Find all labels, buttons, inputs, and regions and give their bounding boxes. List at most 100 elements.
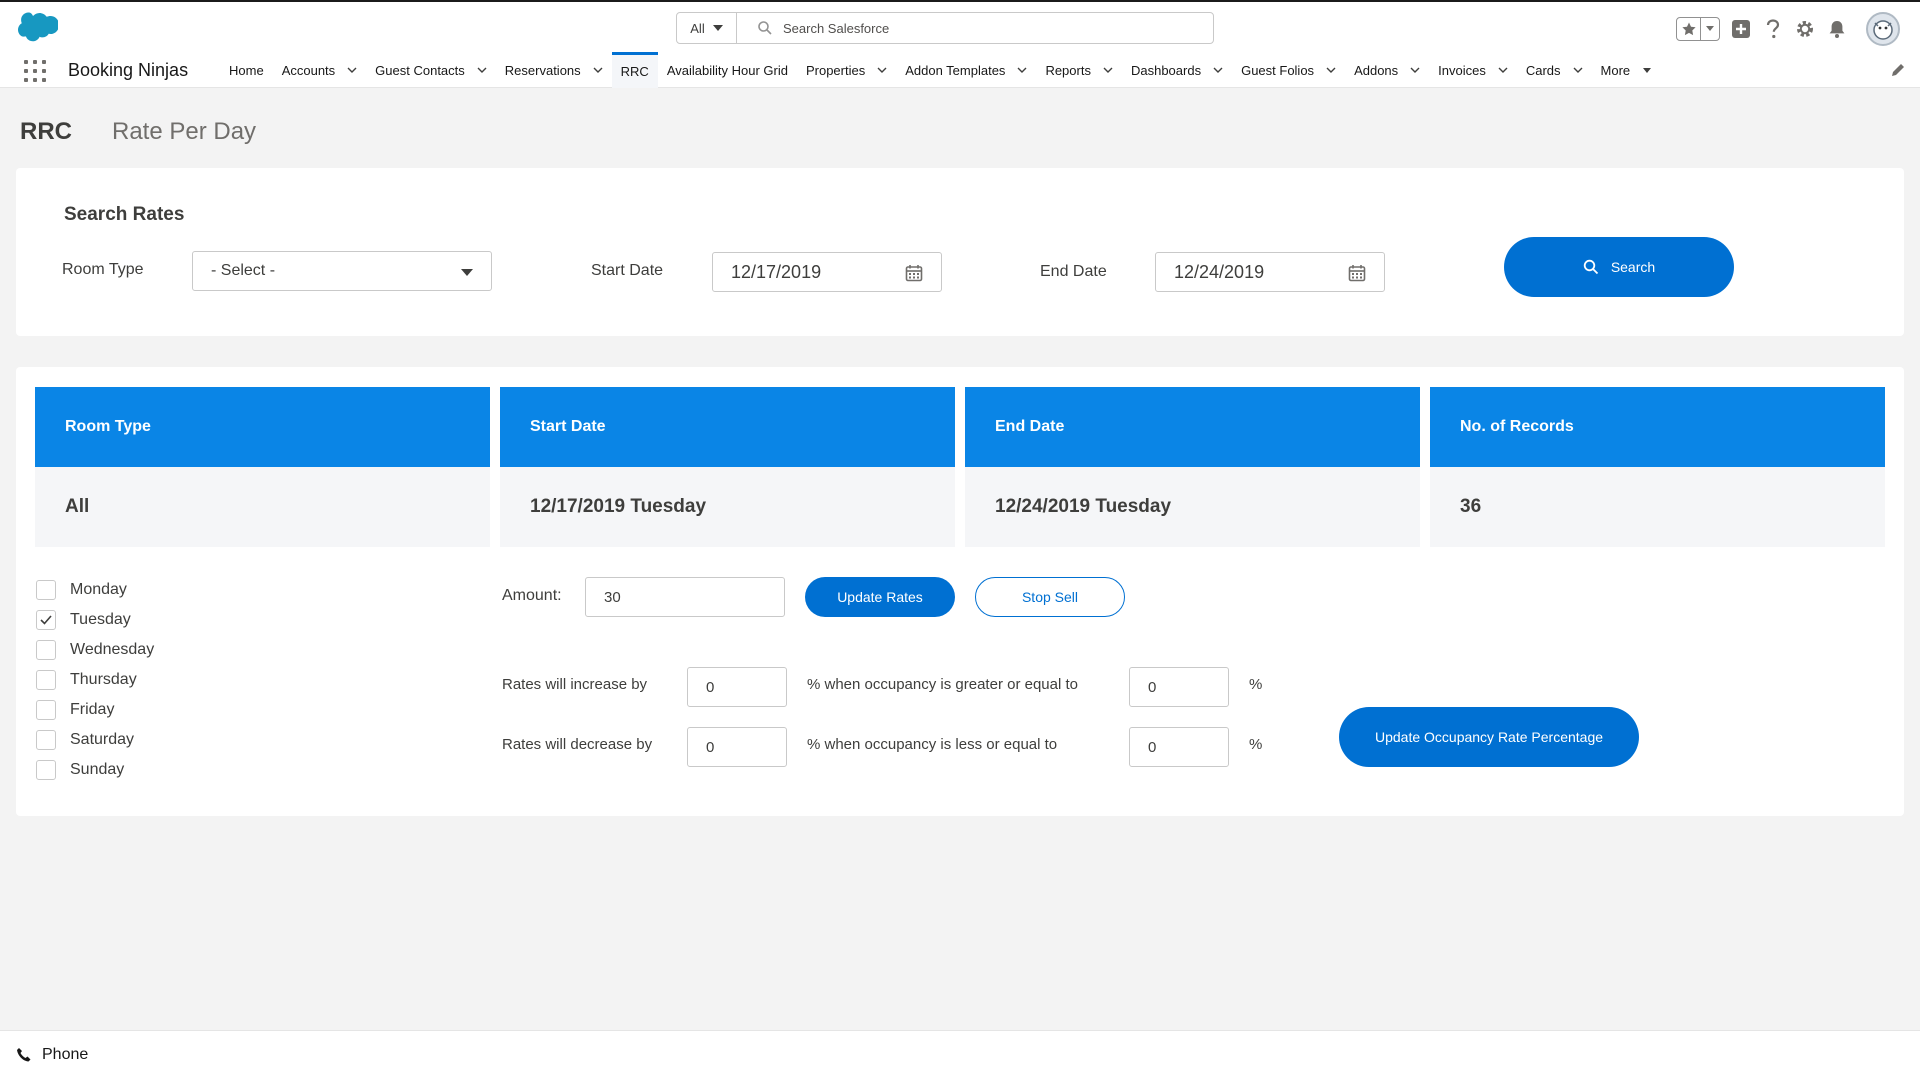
calendar-icon[interactable] [1348,264,1366,282]
phone-label: Phone [42,1046,89,1063]
percent-symbol: % [1249,736,1263,753]
chevron-down-icon[interactable] [1017,65,1027,75]
page-title: RRC [20,118,72,145]
global-header: All Search Salesforce [0,2,1920,52]
nav-item-label: More [1600,62,1631,78]
edit-nav-pencil-icon[interactable] [1890,62,1906,78]
nav-item-dashboards[interactable]: Dashboards [1122,52,1232,88]
end-date-label: End Date [1040,263,1107,280]
increase-occupancy-input[interactable]: 0 [1129,667,1229,707]
salesforce-logo-icon[interactable] [16,12,59,42]
app-navigation-bar: Booking Ninjas Home Accounts Guest Contact… [0,52,1920,88]
summary-end-date: End Date 12/24/2019 Tuesday [965,387,1420,547]
day-checkbox[interactable] [36,670,56,690]
search-scope-label: All [690,20,705,36]
summary-value: All [35,467,490,547]
search-scope-dropdown[interactable]: All [677,13,737,43]
amount-input[interactable]: 30 [585,577,785,617]
search-input[interactable]: Search Salesforce [783,21,889,36]
nav-item-label: Reservations [504,62,581,78]
increase-condition-text: % when occupancy is greater or equal to [807,676,1078,693]
nav-item-home[interactable]: Home [220,52,273,88]
chevron-down-icon[interactable] [1573,65,1583,75]
decrease-occupancy-input[interactable]: 0 [1129,727,1229,767]
chevron-down-icon[interactable] [1326,65,1336,75]
checkmark-icon [40,615,52,625]
chevron-down-icon[interactable] [877,65,887,75]
favorites-button[interactable] [1676,17,1720,41]
nav-item-cards[interactable]: Cards [1517,52,1592,88]
day-checkbox[interactable] [36,760,56,780]
amount-label: Amount: [502,587,562,604]
user-avatar[interactable] [1866,12,1900,46]
nav-item-more[interactable]: More [1592,52,1662,88]
increase-percent-input[interactable]: 0 [687,667,787,707]
nav-item-invoices[interactable]: Invoices [1429,52,1517,88]
day-checkbox[interactable] [36,580,56,600]
chevron-down-icon[interactable] [1103,65,1113,75]
nav-item-reports[interactable]: Reports [1036,52,1122,88]
nav-item-guest-folios[interactable]: Guest Folios [1232,52,1345,88]
caret-down-icon [461,269,473,276]
nav-item-guest-contacts[interactable]: Guest Contacts [366,52,496,88]
day-checkbox[interactable] [36,730,56,750]
calendar-icon[interactable] [905,264,923,282]
setup-gear-icon[interactable] [1794,18,1816,40]
summary-value: 12/17/2019 Tuesday [500,467,955,547]
nav-item-label: Invoices [1438,62,1486,78]
summary-header: End Date [965,387,1420,467]
stop-sell-button[interactable]: Stop Sell [975,577,1125,617]
day-option-sunday: Sunday [36,755,154,785]
search-button[interactable]: Search [1504,237,1734,297]
chevron-down-icon[interactable] [593,65,603,75]
nav-item-availability-hour-grid[interactable]: Availability Hour Grid [658,52,797,88]
nav-item-reservations[interactable]: Reservations [496,52,612,88]
nav-item-label: Accounts [281,62,336,78]
update-occupancy-rate-button[interactable]: Update Occupancy Rate Percentage [1339,707,1639,767]
chevron-down-icon[interactable] [477,65,487,75]
search-rates-title: Search Rates [64,204,185,225]
day-checkbox[interactable] [36,640,56,660]
day-label: Friday [70,701,115,718]
app-launcher-icon[interactable] [24,60,46,82]
search-button-label: Search [1610,259,1656,275]
nav-item-label: Addons [1354,62,1399,78]
search-icon [758,21,772,35]
day-option-wednesday: Wednesday [36,635,154,665]
decrease-percent-input[interactable]: 0 [687,727,787,767]
start-date-input[interactable]: 12/17/2019 [712,252,942,292]
room-type-select[interactable]: - Select - [192,251,492,291]
day-option-friday: Friday [36,695,154,725]
nav-item-accounts[interactable]: Accounts [273,52,366,88]
end-date-input[interactable]: 12/24/2019 [1155,252,1385,292]
nav-item-label: Reports [1045,62,1091,78]
day-label: Sunday [70,761,125,778]
update-rates-button[interactable]: Update Rates [805,577,955,617]
chevron-down-icon[interactable] [1213,65,1223,75]
chevron-down-icon[interactable] [347,65,357,75]
help-icon[interactable] [1762,18,1784,40]
increase-label: Rates will increase by [502,676,648,693]
day-checkbox[interactable] [36,610,56,630]
chevron-down-icon[interactable] [1498,65,1508,75]
day-label: Monday [70,581,127,598]
summary-start-date: Start Date 12/17/2019 Tuesday [500,387,955,547]
favorites-menu-icon[interactable] [1701,25,1719,33]
nav-item-label: RRC [620,64,649,79]
nav-item-addon-templates[interactable]: Addon Templates [896,52,1036,88]
notifications-bell-icon[interactable] [1826,18,1848,40]
nav-item-rrc[interactable]: RRC [611,52,658,88]
nav-item-properties[interactable]: Properties [797,52,896,88]
decrease-label: Rates will decrease by [502,736,653,753]
global-actions-icon[interactable] [1730,18,1752,40]
chevron-down-icon[interactable] [1410,65,1420,75]
chevron-down-icon[interactable] [1642,65,1652,75]
start-date-label: Start Date [591,262,664,279]
day-option-tuesday: Tuesday [36,605,154,635]
day-checkbox[interactable] [36,700,56,720]
star-icon[interactable] [1677,18,1701,40]
end-date-value: 12/24/2019 [1174,261,1265,282]
nav-item-addons[interactable]: Addons [1345,52,1429,88]
page-header: RRC Rate Per Day [20,118,256,146]
phone-utility-item[interactable]: Phone [16,1046,88,1064]
